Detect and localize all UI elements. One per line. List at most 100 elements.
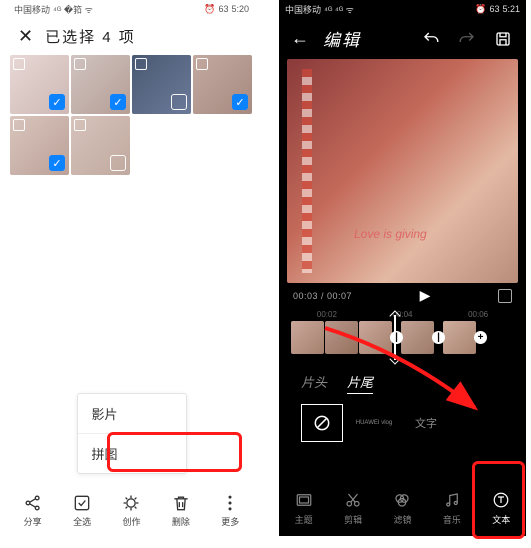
selection-header: ✕ 已选择 4 项	[8, 18, 255, 55]
nav-theme[interactable]: 主题	[294, 490, 314, 526]
timeline-frame[interactable]	[401, 321, 434, 354]
scissors-icon	[343, 490, 363, 510]
nav-text[interactable]: 文本	[491, 490, 511, 526]
nav-delete[interactable]: 删除	[171, 493, 191, 528]
transition-icon[interactable]: |	[390, 331, 403, 344]
add-clip-icon[interactable]: +	[474, 331, 487, 344]
save-icon[interactable]	[492, 28, 514, 50]
expand-icon[interactable]	[13, 58, 25, 70]
trash-icon	[171, 493, 191, 513]
transition-icon[interactable]: |	[432, 331, 445, 344]
fullscreen-icon[interactable]	[498, 289, 512, 303]
share-icon	[23, 493, 43, 513]
style-row: HUAWEI vlog 文字	[279, 404, 526, 442]
nav-label: 创作	[122, 515, 140, 528]
back-icon[interactable]: ←	[291, 28, 309, 49]
signal-icons: ⁴ᴳ �筘 ᯤ	[53, 3, 93, 16]
selection-title: 已选择 4 项	[45, 26, 136, 47]
style-preset-text[interactable]: 文字	[405, 404, 447, 442]
checkbox-icon[interactable]: ✓	[49, 155, 65, 171]
music-icon	[442, 490, 462, 510]
theme-icon	[294, 490, 314, 510]
undo-icon[interactable]	[420, 28, 442, 50]
play-icon[interactable]: ▶	[352, 287, 498, 304]
popup-item-collage[interactable]: 拼图	[78, 433, 186, 473]
photo-grid: ✓ ✓ ✓ ✓	[8, 55, 255, 175]
nav-share[interactable]: 分享	[23, 493, 43, 528]
nav-label: 分享	[24, 515, 42, 528]
timeline-frame[interactable]	[325, 321, 358, 354]
nav-label: 主题	[295, 513, 313, 526]
photo-thumb[interactable]: ✓	[10, 116, 69, 175]
timeline-frame[interactable]	[443, 321, 476, 354]
nav-label: 滤镜	[393, 513, 411, 526]
create-popup: 影片 拼图	[77, 393, 187, 474]
alarm-icon: ⏰	[475, 4, 486, 15]
alarm-icon: ⏰	[204, 4, 215, 15]
timeline-frame[interactable]	[291, 321, 324, 354]
status-time: 5:20	[231, 4, 249, 14]
filter-icon	[392, 490, 412, 510]
popup-item-movie[interactable]: 影片	[78, 394, 186, 433]
create-icon	[121, 493, 141, 513]
style-none[interactable]	[301, 404, 343, 442]
segment-tabs: 片头 片尾	[279, 356, 526, 404]
ruler-tick: 00:06	[468, 310, 488, 319]
nav-filter[interactable]: 滤镜	[392, 490, 412, 526]
close-icon[interactable]: ✕	[18, 26, 33, 47]
nav-select-all[interactable]: 全选	[72, 493, 92, 528]
nav-create[interactable]: 创作	[121, 493, 141, 528]
status-bar: 中国移动 ⁴ᴳ ⁴ᴳ ᯤ ⏰ 63 5:21	[279, 0, 526, 18]
timeline-strip[interactable]: | | +	[279, 319, 526, 356]
redo-icon[interactable]	[456, 28, 478, 50]
phone-left-selection: 中国移动 ⁴ᴳ �筘 ᯤ ⏰ 63 5:20 ✕ 已选择 4 项 ✓ ✓ ✓ ✓…	[8, 0, 255, 536]
battery-text: 63	[218, 4, 228, 14]
timeline-frame[interactable]	[359, 321, 392, 354]
tab-intro[interactable]: 片头	[301, 372, 327, 394]
checkbox-icon[interactable]	[171, 94, 187, 110]
tab-outro[interactable]: 片尾	[347, 372, 373, 394]
expand-icon[interactable]	[74, 119, 86, 131]
video-preview[interactable]: Love is giving	[287, 59, 518, 283]
playback-time: 00:03 / 00:07	[293, 291, 352, 301]
timeline-ruler: 00:02 00:04 00:06	[279, 308, 526, 319]
nav-label: 全选	[73, 515, 91, 528]
style-preset-1[interactable]: HUAWEI vlog	[353, 404, 395, 442]
photo-thumb[interactable]	[71, 116, 130, 175]
editor-header: ← 编辑	[279, 18, 526, 59]
nav-music[interactable]: 音乐	[442, 490, 462, 526]
preview-caption: Love is giving	[354, 227, 427, 241]
bottom-bar: 分享 全选 创作 删除 更多	[8, 484, 255, 536]
more-icon	[220, 493, 240, 513]
checkbox-icon[interactable]: ✓	[49, 94, 65, 110]
photo-thumb[interactable]: ✓	[193, 55, 252, 114]
checkbox-icon[interactable]: ✓	[110, 94, 126, 110]
status-time: 5:21	[502, 4, 520, 14]
nav-label: 文本	[492, 513, 510, 526]
photo-thumb[interactable]: ✓	[10, 55, 69, 114]
ruler-tick: 00:02	[317, 310, 337, 319]
expand-icon[interactable]	[135, 58, 147, 70]
nav-label: 剪辑	[344, 513, 362, 526]
nav-cut[interactable]: 剪辑	[343, 490, 363, 526]
nav-label: 删除	[172, 515, 190, 528]
signal-icons: ⁴ᴳ ⁴ᴳ ᯤ	[324, 3, 354, 16]
status-bar: 中国移动 ⁴ᴳ �筘 ᯤ ⏰ 63 5:20	[8, 0, 255, 18]
expand-icon[interactable]	[196, 58, 208, 70]
photo-thumb[interactable]	[132, 55, 191, 114]
expand-icon[interactable]	[74, 58, 86, 70]
battery-text: 63	[489, 4, 499, 14]
checkbox-icon[interactable]	[110, 155, 126, 171]
photo-thumb[interactable]: ✓	[71, 55, 130, 114]
editor-bottom-bar: 主题 剪辑 滤镜 音乐 文本	[279, 480, 526, 536]
nav-label: 更多	[221, 515, 239, 528]
select-all-icon	[72, 493, 92, 513]
playback-controls: 00:03 / 00:07 ▶	[279, 283, 526, 308]
checkbox-icon[interactable]: ✓	[232, 94, 248, 110]
carrier-text: 中国移动	[14, 3, 50, 16]
carrier-text: 中国移动	[285, 3, 321, 16]
nav-more[interactable]: 更多	[220, 493, 240, 528]
text-icon	[491, 490, 511, 510]
nav-label: 音乐	[443, 513, 461, 526]
expand-icon[interactable]	[13, 119, 25, 131]
